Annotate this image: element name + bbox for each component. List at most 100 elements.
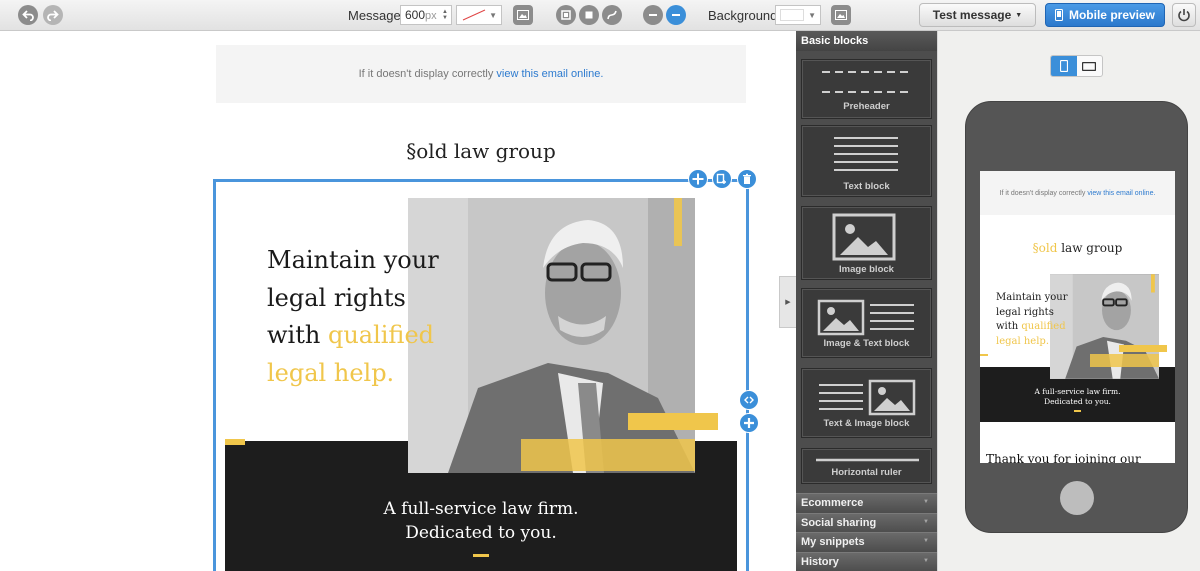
chevron-down-icon: ▼ [808, 11, 816, 20]
logo-mark: §old [406, 139, 448, 163]
move-icon[interactable] [688, 169, 708, 189]
image-block-tile[interactable]: Image block [801, 206, 932, 280]
message-color-select[interactable]: ▼ [456, 5, 502, 25]
email-canvas: If it doesn't display correctly view thi… [0, 31, 796, 571]
message-width-input[interactable]: 600px ▲ ▼ [400, 5, 452, 25]
horizontal-ruler-block-tile[interactable]: Horizontal ruler [801, 448, 932, 484]
social-sharing-section[interactable]: Social sharing ▼ [796, 513, 937, 532]
section-label: Ecommerce [801, 497, 864, 509]
text-image-block-tile[interactable]: Text & Image block [801, 368, 932, 438]
add-block-icon[interactable] [739, 413, 759, 433]
mobile-tagline-line: Dedicated to you. [1044, 397, 1111, 406]
tagline-line: Dedicated to you. [405, 523, 557, 543]
ecommerce-section[interactable]: Ecommerce ▼ [796, 493, 937, 512]
frame-full-icon[interactable] [556, 5, 576, 25]
landscape-icon[interactable] [1077, 56, 1103, 76]
view-online-link[interactable]: view this email online. [496, 68, 603, 80]
chevron-down-icon: ▼ [923, 538, 929, 544]
tagline-line: A full-service law firm. [383, 499, 579, 519]
orientation-toggle [1050, 55, 1103, 77]
preheader-block[interactable]: If it doesn't display correctly view thi… [216, 45, 746, 103]
preheader-block-tile[interactable]: Preheader [801, 59, 932, 119]
portrait-icon[interactable] [1051, 56, 1077, 76]
history-section[interactable]: History ▼ [796, 552, 937, 571]
mobile-logo-text: law group [1057, 241, 1123, 255]
stepper-icon[interactable]: ▲ ▼ [442, 9, 448, 21]
phone-screen[interactable]: If it doesn't display correctly view thi… [980, 171, 1175, 463]
path-icon[interactable] [602, 5, 622, 25]
chevron-down-icon: ▼ [923, 558, 929, 564]
width-value: 600 [405, 8, 426, 22]
mobile-tagline: A full-service law firm. Dedicated to yo… [980, 387, 1175, 407]
chevron-down-icon: ▼ [923, 499, 929, 505]
block-label: Horizontal ruler [831, 467, 902, 478]
mobile-preview-button[interactable]: Mobile preview [1045, 3, 1165, 27]
message-label: Message [348, 8, 401, 23]
background-image-icon[interactable] [831, 5, 851, 25]
power-icon[interactable] [1172, 3, 1196, 27]
redo-icon[interactable] [43, 5, 63, 25]
no-color-icon [462, 9, 486, 21]
mobile-gold-bar [1119, 345, 1167, 352]
mobile-thanks-text: Thank you for joining our [986, 452, 1141, 463]
section-label: History [801, 556, 839, 568]
top-toolbar: Message 600px ▲ ▼ ▼ Background ▼ Test mes… [0, 0, 1200, 31]
chevron-down-icon: ▼ [923, 519, 929, 525]
section-label: Social sharing [801, 517, 877, 529]
message-image-icon[interactable] [513, 5, 533, 25]
image-text-block-tile[interactable]: Image & Text block [801, 288, 932, 358]
headline-line: legal help. [267, 358, 395, 387]
caret-down-icon: ▼ [1015, 11, 1023, 19]
mobile-preheader-text: If it doesn't display correctly [999, 189, 1086, 197]
mobile-tagline-line: A full-service law firm. [1034, 387, 1121, 396]
trash-icon[interactable] [737, 169, 757, 189]
headline-line: with qualified [267, 317, 467, 355]
headline-line: Maintain your [267, 246, 439, 274]
gold-accent-dash [225, 439, 245, 445]
mobile-headline-gold-word: qualified [1021, 321, 1066, 332]
mobile-headline-line: legal rights [996, 306, 1054, 318]
headline-word: with [267, 321, 328, 349]
block-label: Image block [839, 264, 894, 275]
gold-underline [473, 554, 489, 557]
frame-box-icon[interactable] [579, 5, 599, 25]
width-unit: px [425, 10, 437, 22]
phone-frame: If it doesn't display correctly view thi… [965, 101, 1188, 533]
block-label: Text & Image block [823, 418, 910, 429]
text-block-tile[interactable]: Text block [801, 125, 932, 197]
collapse-panel-icon[interactable]: ▶ [779, 276, 796, 328]
resize-handle-icon[interactable] [739, 390, 759, 410]
align-center-icon[interactable] [666, 5, 686, 25]
color-swatch [780, 9, 804, 21]
test-message-label: Test message [932, 8, 1012, 22]
hero-block[interactable]: Maintain your legal rights with qualifie… [225, 192, 737, 571]
duplicate-icon[interactable] [712, 169, 732, 189]
background-label: Background [708, 8, 778, 23]
mobile-headline-line: legal help. [996, 335, 1049, 347]
home-button [1060, 481, 1094, 515]
background-color-select[interactable]: ▼ [775, 5, 821, 25]
mobile-preview-area: If it doesn't display correctly view thi… [937, 31, 1200, 571]
mobile-preview-label: Mobile preview [1068, 8, 1156, 22]
gold-accent-bar [521, 439, 695, 471]
mobile-gold-dash [980, 354, 988, 356]
block-label: Text block [843, 181, 890, 192]
undo-icon[interactable] [18, 5, 38, 25]
hero-headline: Maintain your legal rights with qualifie… [267, 242, 467, 392]
headline-line: legal rights [267, 283, 406, 312]
block-label: Image & Text block [823, 338, 910, 349]
my-snippets-section[interactable]: My snippets ▼ [796, 532, 937, 551]
mobile-gold-bar [1090, 354, 1159, 367]
mobile-headline-word: with [996, 321, 1022, 332]
basic-blocks-header[interactable]: Basic blocks [796, 31, 937, 51]
mobile-logo-mark: §old [1032, 241, 1058, 255]
chevron-down-icon: ▼ [489, 11, 497, 20]
mobile-preheader: If it doesn't display correctly view thi… [980, 171, 1175, 215]
align-left-icon[interactable] [643, 5, 663, 25]
mobile-headline-line: with qualified [996, 320, 1076, 335]
tagline: A full-service law firm. Dedicated to yo… [225, 497, 737, 545]
headline-gold-word: qualified [327, 321, 435, 349]
mobile-logo: §old law group [980, 241, 1175, 255]
test-message-button[interactable]: Test message ▼ [919, 3, 1036, 27]
mobile-view-online-link[interactable]: view this email online. [1087, 190, 1155, 197]
